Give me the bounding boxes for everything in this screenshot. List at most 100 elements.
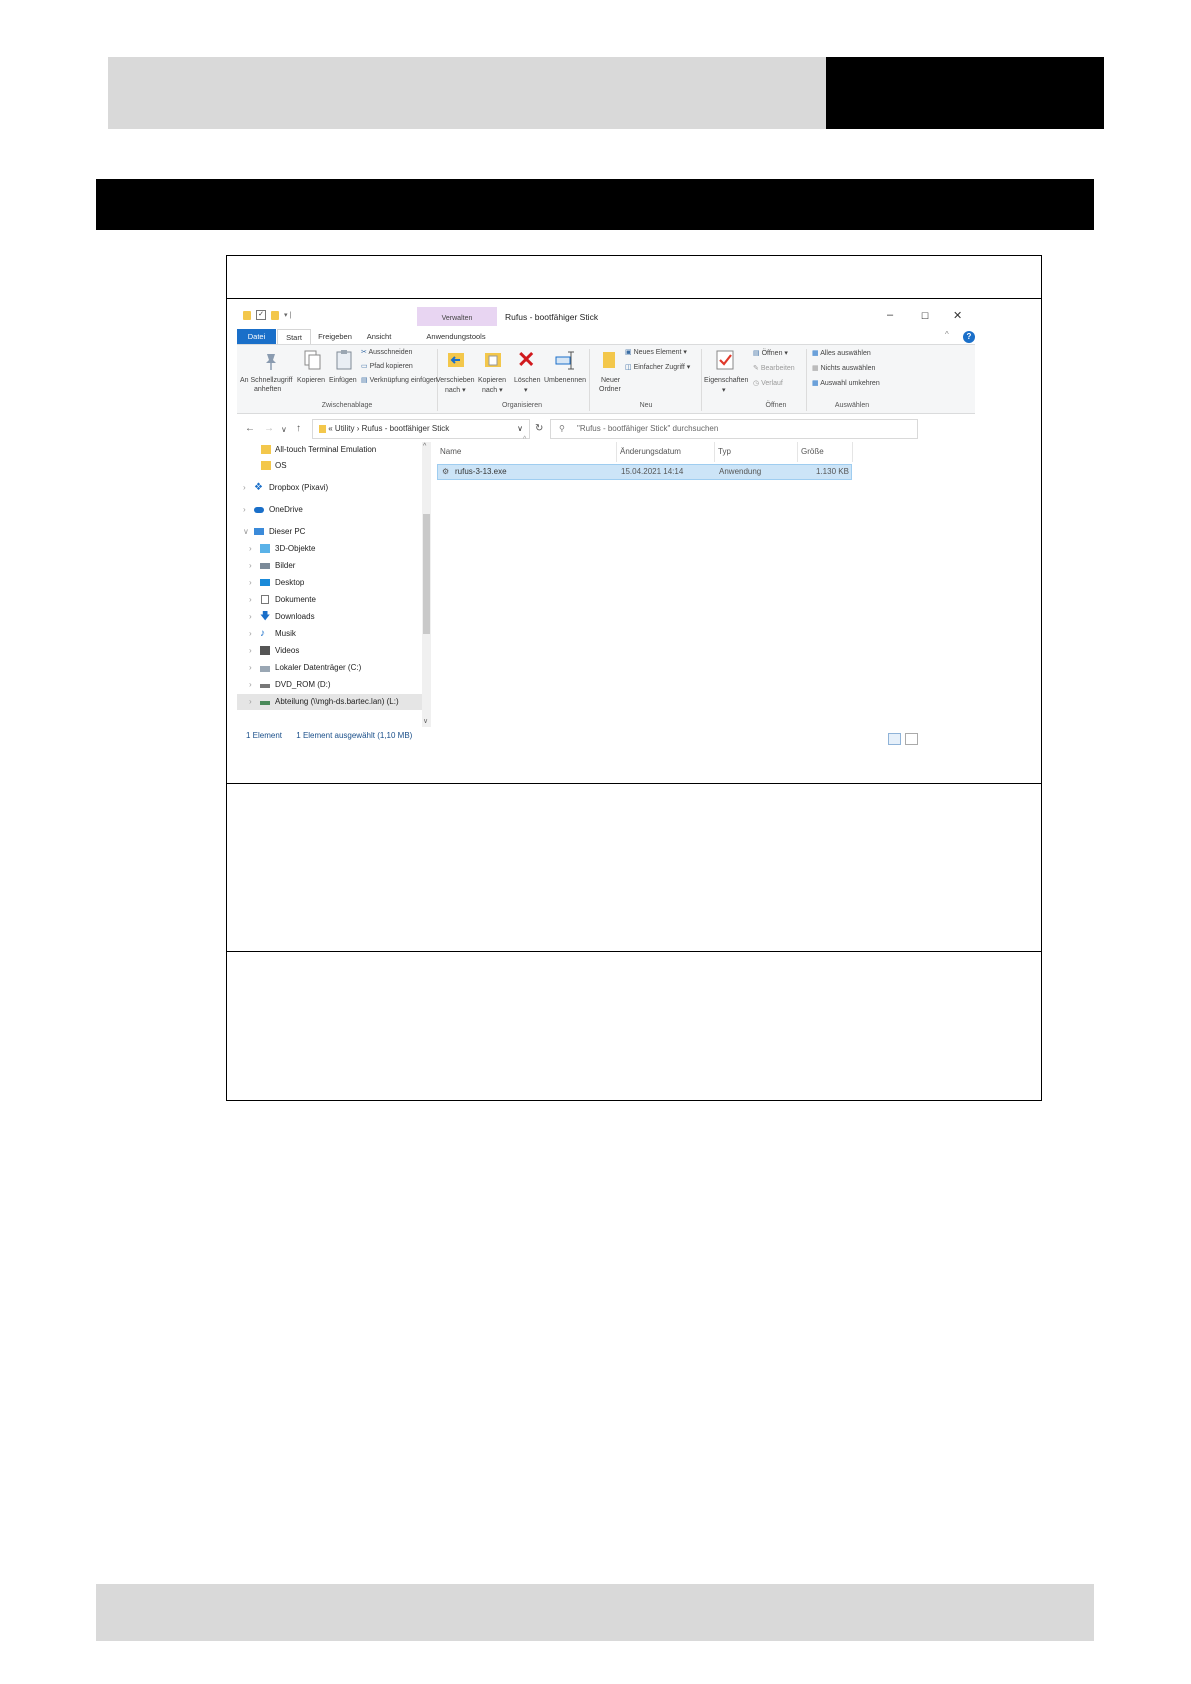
- table-header-cell: [226, 255, 1042, 299]
- address-field[interactable]: « Utility › Rufus - bootfähiger Stick ∨: [312, 419, 530, 439]
- expand-icon[interactable]: ›: [249, 558, 252, 574]
- breadcrumb-overflow[interactable]: «: [328, 424, 332, 433]
- dvd-drive-icon: [260, 684, 270, 688]
- select-all-label: Alles auswählen: [820, 350, 871, 357]
- tab-file[interactable]: Datei: [237, 329, 276, 344]
- expand-icon[interactable]: ›: [249, 609, 252, 625]
- paste-button[interactable]: Einfügen: [329, 377, 357, 384]
- context-tab-manage[interactable]: Verwalten: [417, 307, 497, 326]
- navigation-pane: All-touch Terminal Emulation OS › ❖ Dropbo…: [237, 442, 422, 727]
- breadcrumb-utility[interactable]: Utility: [335, 424, 355, 433]
- invert-selection-icon: ▦: [812, 380, 819, 387]
- tree-item-label: 3D-Objekte: [275, 544, 316, 553]
- easy-access-button[interactable]: ◫ Einfacher Zugriff ▾: [625, 363, 690, 371]
- details-view-icon[interactable]: [888, 733, 901, 745]
- open-label: Öffnen ▾: [761, 350, 788, 357]
- history-button[interactable]: ◷ Verlauf: [753, 379, 783, 387]
- copy-path-button[interactable]: ▭ Pfad kopieren: [361, 362, 413, 370]
- properties-dropdown[interactable]: ▾: [722, 386, 726, 394]
- tree-item-label: All-touch Terminal Emulation: [275, 445, 377, 454]
- delete-button[interactable]: Löschen: [514, 377, 540, 384]
- breadcrumb-separator[interactable]: ›: [357, 424, 360, 433]
- new-folder-label[interactable]: Neuer: [601, 377, 620, 384]
- help-icon[interactable]: ?: [963, 331, 975, 343]
- network-drive-icon: [260, 701, 270, 705]
- folder-icon[interactable]: [243, 310, 251, 320]
- ribbon-separator: [701, 349, 702, 411]
- pin-label-1[interactable]: An Schnellzugriff: [240, 377, 292, 384]
- maximize-button[interactable]: ☐: [921, 311, 929, 322]
- properties-check-icon[interactable]: ✓: [256, 310, 266, 320]
- ribbon-separator: [589, 349, 590, 411]
- delete-dropdown[interactable]: ▾: [524, 386, 528, 394]
- computer-icon: [254, 528, 264, 535]
- expand-icon[interactable]: ›: [249, 626, 252, 642]
- pin-label-2[interactable]: anheften: [254, 386, 281, 393]
- properties-icon: [716, 350, 734, 370]
- file-explorer-window: ✓ ▾ | Verwalten Rufus - bootfähiger Stic…: [237, 302, 975, 752]
- cloud-icon: [254, 507, 264, 513]
- move-to-label-2[interactable]: nach ▾: [445, 386, 466, 394]
- expand-icon[interactable]: ›: [249, 660, 252, 676]
- up-icon[interactable]: ↑: [296, 423, 301, 434]
- refresh-icon[interactable]: ↻: [535, 423, 543, 434]
- file-row[interactable]: ⚙ rufus-3-13.exe 15.04.2021 14:14 Anwend…: [437, 464, 852, 480]
- expand-icon[interactable]: ›: [249, 694, 252, 710]
- new-folder-icon[interactable]: [271, 310, 279, 320]
- tab-application-tools[interactable]: Anwendungstools: [415, 329, 497, 344]
- tree-item-label: Downloads: [275, 612, 315, 621]
- customize-qat-icon[interactable]: ▾ |: [284, 311, 291, 319]
- select-none-button[interactable]: ▦ Nichts auswählen: [812, 364, 875, 372]
- status-selection: 1 Element ausgewählt (1,10 MB): [296, 731, 413, 740]
- collapse-ribbon-icon[interactable]: ^: [945, 330, 949, 339]
- column-size[interactable]: Größe: [798, 442, 853, 462]
- new-item-button[interactable]: ▣ Neues Element ▾: [625, 348, 687, 356]
- status-bar: 1 Element 1 Element ausgewählt (1,10 MB): [246, 731, 412, 740]
- header-logo-block: [826, 57, 1104, 129]
- invert-selection-button[interactable]: ▦ Auswahl umkehren: [812, 379, 880, 387]
- tab-start[interactable]: Start: [277, 329, 311, 344]
- tab-view[interactable]: Ansicht: [361, 329, 397, 344]
- expand-icon[interactable]: ›: [249, 677, 252, 693]
- expand-icon[interactable]: ›: [249, 592, 252, 608]
- expand-icon[interactable]: ›: [249, 643, 252, 659]
- paste-shortcut-button[interactable]: ▤ Verknüpfung einfügen: [361, 376, 438, 384]
- forward-icon[interactable]: →: [264, 423, 274, 434]
- column-date[interactable]: Änderungsdatum: [617, 442, 715, 462]
- pin-icon: [266, 354, 276, 370]
- collapse-icon[interactable]: ∨: [243, 524, 249, 540]
- expand-icon[interactable]: ›: [249, 541, 252, 557]
- rename-button[interactable]: Umbenennen: [544, 377, 586, 384]
- open-button[interactable]: ▤ Öffnen ▾: [753, 349, 788, 357]
- column-name[interactable]: Name: [437, 442, 617, 462]
- select-all-button[interactable]: ▦ Alles auswählen: [812, 349, 871, 357]
- move-to-label[interactable]: Verschieben: [436, 377, 475, 384]
- scroll-up-icon[interactable]: ^: [423, 443, 426, 450]
- expand-icon[interactable]: ›: [243, 480, 246, 496]
- close-button[interactable]: ✕: [953, 309, 962, 322]
- section-title-bar: [96, 179, 1094, 230]
- copy-to-icon: [485, 353, 501, 367]
- copy-to-label[interactable]: Kopieren: [478, 377, 506, 384]
- recent-locations-icon[interactable]: ∨: [281, 425, 287, 434]
- expand-icon[interactable]: ›: [249, 575, 252, 591]
- breadcrumb-current[interactable]: Rufus - bootfähiger Stick: [362, 424, 450, 433]
- shortcut-icon: ▤: [361, 377, 368, 384]
- copy-button[interactable]: Kopieren: [297, 377, 325, 384]
- large-icons-view-icon[interactable]: [905, 733, 918, 745]
- cut-button[interactable]: ✂ Ausschneiden: [361, 348, 412, 356]
- search-input[interactable]: ⚲ "Rufus - bootfähiger Stick" durchsuche…: [550, 419, 918, 439]
- properties-button[interactable]: Eigenschaften: [704, 377, 748, 384]
- scroll-down-icon[interactable]: ∨: [423, 717, 428, 725]
- tab-share[interactable]: Freigeben: [315, 329, 355, 344]
- expand-icon[interactable]: ›: [243, 502, 246, 518]
- back-icon[interactable]: ←: [245, 423, 255, 434]
- tree-item-label: Dieser PC: [269, 527, 306, 536]
- edit-button[interactable]: ✎ Bearbeiten: [753, 364, 795, 372]
- copy-to-label-2[interactable]: nach ▾: [482, 386, 503, 394]
- minimize-button[interactable]: –: [887, 309, 893, 321]
- nav-scrollbar-thumb[interactable]: [423, 514, 430, 634]
- new-folder-label-2[interactable]: Ordner: [599, 386, 621, 393]
- column-type[interactable]: Typ: [715, 442, 798, 462]
- tree-item-network-drive[interactable]: › Abteilung (\\mgh-ds.bartec.lan) (L:): [237, 694, 422, 710]
